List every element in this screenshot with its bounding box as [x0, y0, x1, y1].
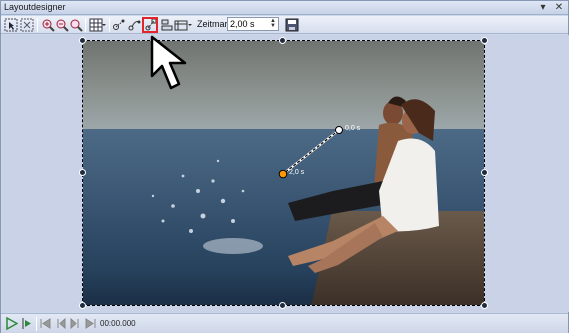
resize-handle[interactable] — [79, 37, 86, 44]
resize-handle[interactable] — [279, 37, 286, 44]
photo-frame[interactable]: 0,0 s 2,0 s — [82, 40, 485, 306]
spin-arrows-icon[interactable]: ▲ ▼ — [269, 18, 277, 29]
resize-handle[interactable] — [481, 169, 488, 176]
mouse-pointer-icon — [150, 35, 187, 90]
play-from-icon[interactable] — [20, 317, 33, 330]
align-icon[interactable] — [160, 18, 174, 32]
resize-handle[interactable] — [79, 302, 86, 309]
skip-start-icon[interactable] — [39, 317, 52, 330]
keyframe-icon[interactable] — [112, 18, 126, 32]
highlight-box — [142, 17, 158, 33]
grid-select-icon[interactable] — [20, 18, 34, 32]
step-back-icon[interactable] — [54, 317, 67, 330]
motion-path — [278, 126, 343, 179]
time-display: 00:00.000 — [100, 319, 136, 328]
keyframe-start-label: 0,0 s — [345, 125, 361, 132]
pin-icon[interactable]: ▾ — [538, 3, 548, 13]
zeitmarke-input[interactable]: 2,00 s ▲ ▼ — [227, 17, 279, 31]
resize-handle[interactable] — [481, 302, 488, 309]
toolbar: Zeitmarke: 2,00 s ▲ ▼ — [1, 16, 568, 34]
resize-handle[interactable] — [481, 37, 488, 44]
zeitmarke-value: 2,00 s — [230, 19, 255, 29]
resize-handle[interactable] — [79, 169, 86, 176]
motion-path-icon[interactable] — [127, 18, 141, 32]
zoom-fit-icon[interactable] — [69, 18, 83, 32]
play-icon[interactable] — [5, 317, 18, 330]
skip-end-icon[interactable] — [84, 317, 97, 330]
status-bar: 00:00.000 — [1, 313, 568, 333]
zoom-out-icon[interactable] — [55, 18, 69, 32]
title-bar: Layoutdesigner ▾ ✕ — [1, 1, 568, 15]
window-title: Layoutdesigner — [4, 2, 66, 12]
step-forward-icon[interactable] — [69, 317, 82, 330]
distribute-icon[interactable] — [174, 18, 188, 32]
resize-handle[interactable] — [279, 302, 286, 309]
grid-dropdown-icon[interactable] — [101, 18, 107, 32]
select-icon[interactable] — [4, 18, 18, 32]
zoom-in-icon[interactable] — [41, 18, 55, 32]
dropdown-icon[interactable] — [187, 18, 193, 32]
close-icon[interactable]: ✕ — [554, 3, 564, 13]
keyframe-end-label: 2,0 s — [289, 169, 305, 176]
layoutdesigner-window: Layoutdesigner ▾ ✕ Zeitmarke: 2,00 s ▲▼ — [0, 0, 569, 333]
layout-canvas[interactable]: 0,0 s 2,0 s — [2, 35, 569, 312]
save-icon[interactable] — [285, 18, 299, 32]
